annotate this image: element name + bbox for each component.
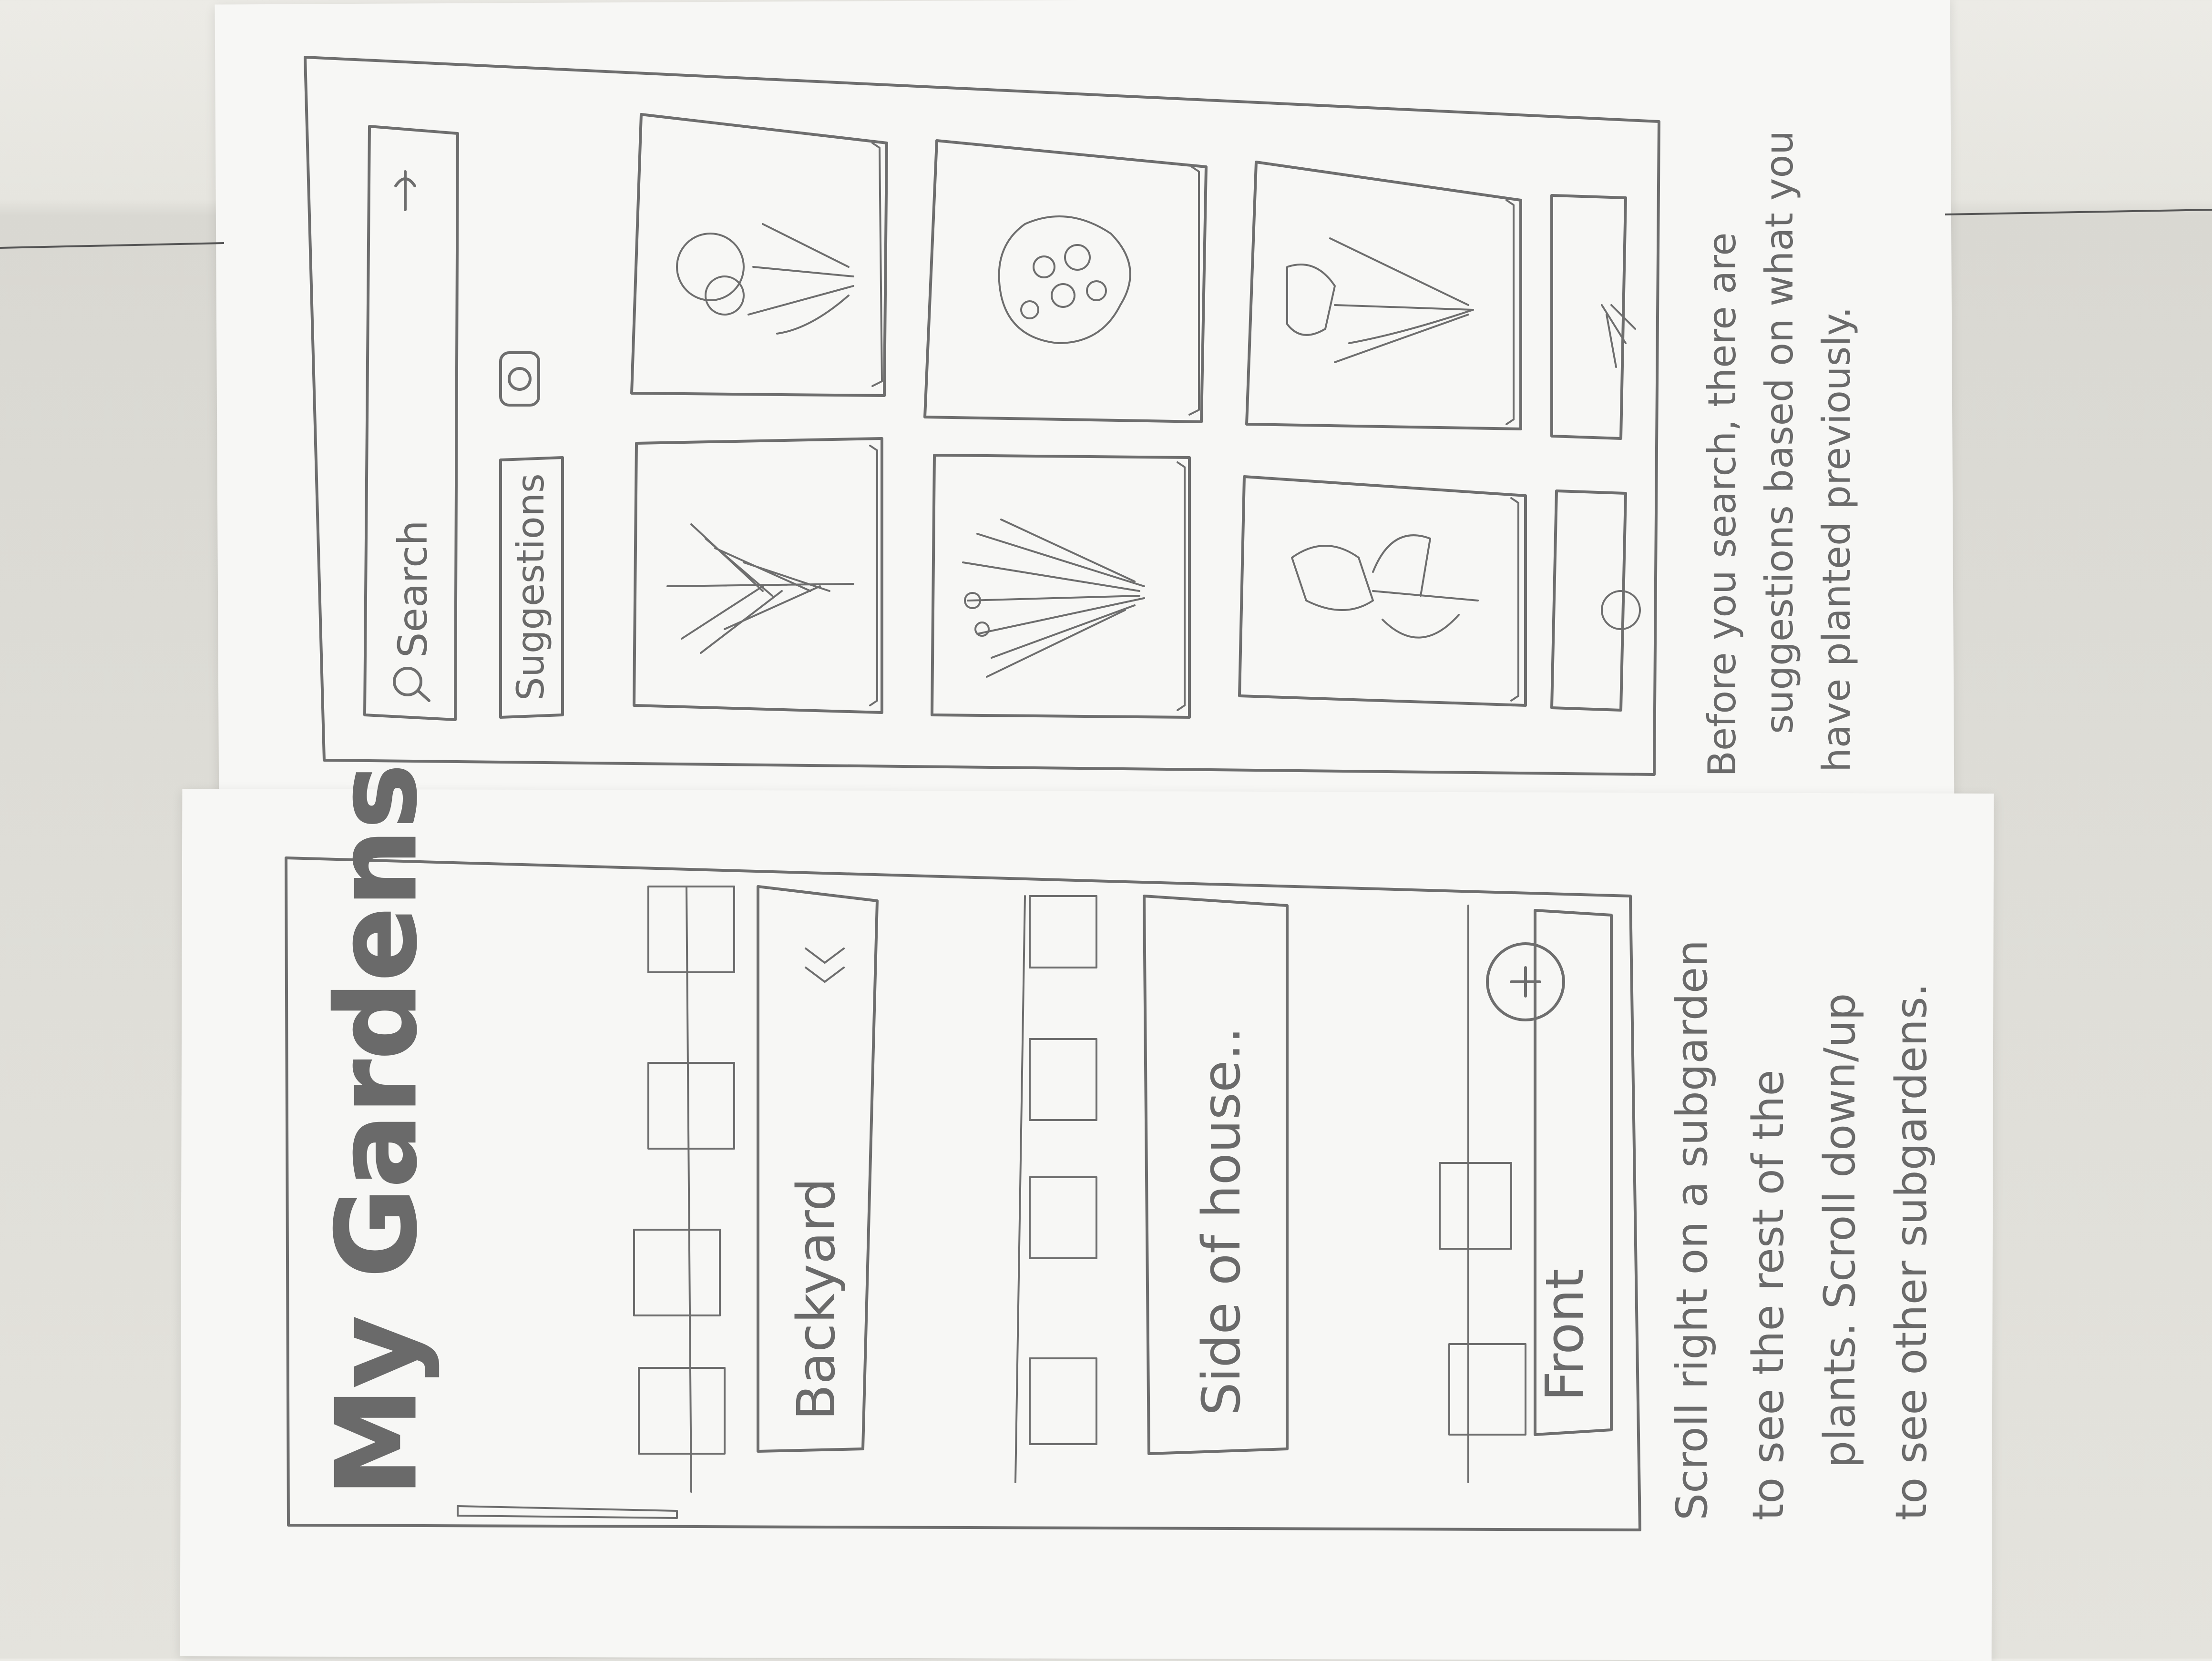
subgarden-backyard[interactable]: Backyard (757, 885, 879, 1453)
plant-pot[interactable] (633, 1229, 721, 1316)
garden-row (633, 886, 735, 1493)
search-icon (393, 667, 430, 702)
subgarden-label: Side of house.. (1191, 1027, 1252, 1416)
subgarden-side-of-house[interactable]: Side of house.. (1143, 895, 1289, 1455)
mic-icon[interactable] (394, 170, 416, 211)
plant-pot[interactable] (1029, 1357, 1097, 1445)
search-placeholder: Search (389, 520, 436, 658)
plant-pot[interactable] (1448, 1343, 1526, 1436)
plant-card[interactable] (923, 139, 1208, 423)
plant-card[interactable] (630, 113, 888, 397)
plant-card[interactable] (633, 437, 883, 714)
annotation-line: have planted previously. (1814, 306, 1859, 772)
annotation-line: suggestions based on what you (1757, 131, 1802, 734)
garden-row (1014, 895, 1097, 1483)
search-screen-frame (304, 56, 1660, 776)
plant-card[interactable] (1550, 489, 1641, 712)
subgarden-label: Front (1534, 1269, 1595, 1401)
suggestions-label: Suggestions (510, 473, 553, 701)
plant-card-grid (630, 113, 1641, 719)
plant-card[interactable] (1245, 161, 1522, 430)
scrollbar[interactable] (457, 1505, 678, 1519)
search-bar[interactable]: Search (363, 125, 459, 721)
camera-icon[interactable] (499, 351, 540, 407)
plant-pot[interactable] (647, 1062, 735, 1150)
plant-card[interactable] (1238, 475, 1527, 707)
plant-pot[interactable] (647, 886, 735, 973)
plant-pot[interactable] (638, 1367, 726, 1455)
annotation-line: plants. Scroll down/up (1815, 993, 1865, 1468)
plant-card[interactable] (931, 454, 1191, 719)
page-title: My Gardens (314, 764, 441, 1497)
search-annotation: Before you search, there are suggestions… (1700, 131, 1859, 777)
plant-pot[interactable] (1029, 1176, 1097, 1259)
subgarden-front[interactable]: Front (1534, 909, 1613, 1436)
add-garden-button[interactable] (1486, 942, 1565, 1021)
plant-card[interactable] (1550, 194, 1636, 440)
plant-pot[interactable] (1439, 1162, 1512, 1250)
sketch-canvas: Search Suggestions Before you search, th… (0, 56, 2212, 1531)
annotation-line: Scroll right on a subgarden (1667, 940, 1717, 1520)
plant-pot[interactable] (1029, 1038, 1097, 1121)
gardens-screen-frame (285, 856, 1641, 1531)
suggestions-tab[interactable]: Suggestions (499, 456, 564, 719)
gardens-annotation: Scroll right on a subgarden to see the r… (1667, 940, 1936, 1520)
annotation-line: to see other subgardens. (1886, 983, 1936, 1520)
plant-pot[interactable] (1029, 895, 1097, 968)
annotation-line: to see the rest of the (1743, 1070, 1793, 1520)
subgarden-label: Backyard (786, 1178, 847, 1420)
annotation-line: Before you search, there are (1700, 233, 1744, 777)
chevron-right-icon[interactable] (805, 948, 845, 983)
garden-row (1439, 905, 1526, 1483)
